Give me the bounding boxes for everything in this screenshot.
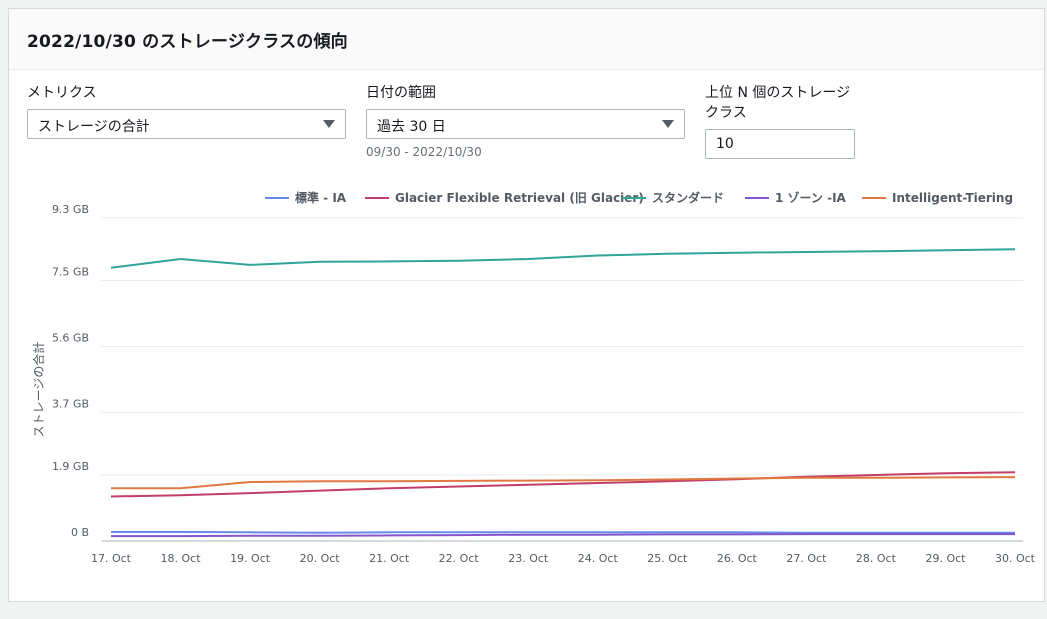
legend-label: 標準 - IA (295, 190, 347, 205)
date-range-select-value: 過去 30 日 (377, 119, 446, 135)
legend-label: スタンダード (652, 190, 724, 205)
metrics-select[interactable]: ストレージの合計 (27, 109, 346, 139)
x-tick-label: 22. Oct (439, 552, 480, 565)
series-line (110, 248, 1016, 269)
legend-item: Intelligent-Tiering (862, 191, 1013, 205)
storage-trend-chart: 0 B 1.9 GB 3.7 GB 5.6 GB 7.5 GB 9.3 GB 17. Oct… (31, 190, 1036, 565)
date-range-select[interactable]: 過去 30 日 (366, 109, 685, 139)
metrics-label: メトリクス (27, 85, 97, 101)
legend-item: 標準 - IA (265, 190, 347, 205)
caret-down-icon (323, 120, 335, 128)
x-tick-label: 27. Oct (786, 552, 827, 565)
metrics-select-value: ストレージの合計 (38, 119, 150, 135)
x-tick-label: 24. Oct (578, 552, 619, 565)
y-tick-label: 5.6 GB (52, 332, 89, 345)
x-tick-label: 18. Oct (161, 552, 202, 565)
top-n-input[interactable] (705, 129, 855, 159)
panel-header: 2022/10/30 のストレージクラスの傾向 (9, 9, 1044, 70)
y-tick-label: 9.3 GB (52, 203, 89, 216)
page-title: 2022/10/30 のストレージクラスの傾向 (27, 32, 348, 52)
x-tick-label: 20. Oct (300, 552, 341, 565)
legend-label: Glacier Flexible Retrieval (旧 Glacier) (395, 191, 644, 205)
caret-down-icon (662, 120, 674, 128)
x-tick-label: 19. Oct (230, 552, 271, 565)
series-line (111, 476, 1016, 490)
y-tick-label: 7.5 GB (52, 266, 89, 279)
x-tick-label: 29. Oct (925, 552, 966, 565)
y-axis-label: ストレージの合計 (31, 342, 46, 438)
y-tick-label: 3.7 GB (52, 397, 89, 410)
x-tick-label: 17. Oct (91, 552, 132, 565)
top-n-label: 上位 N 個のストレージクラス (705, 85, 851, 121)
y-tick-label: 1.9 GB (52, 460, 89, 473)
legend-item: 1 ゾーン -IA (745, 190, 847, 205)
legend-label: Intelligent-Tiering (892, 191, 1013, 205)
series-line (111, 531, 1015, 534)
x-tick-label: 21. Oct (369, 552, 410, 565)
storage-trend-panel: 2022/10/30 のストレージクラスの傾向 メトリクス ストレージの合計 日… (8, 8, 1045, 602)
x-tick-label: 28. Oct (856, 552, 897, 565)
legend-item: Glacier Flexible Retrieval (旧 Glacier) (365, 191, 644, 205)
x-tick-label: 23. Oct (508, 552, 549, 565)
x-tick-label: 26. Oct (717, 552, 758, 565)
x-tick-label: 25. Oct (647, 552, 688, 565)
date-range-hint: 09/30 - 2022/10/30 (366, 145, 482, 159)
date-range-label: 日付の範囲 (366, 85, 436, 101)
x-tick-label: 30. Oct (995, 552, 1036, 565)
series-line (110, 471, 1016, 498)
legend-label: 1 ゾーン -IA (775, 190, 847, 205)
y-tick-label: 0 B (71, 526, 89, 539)
series-line (111, 533, 1015, 538)
